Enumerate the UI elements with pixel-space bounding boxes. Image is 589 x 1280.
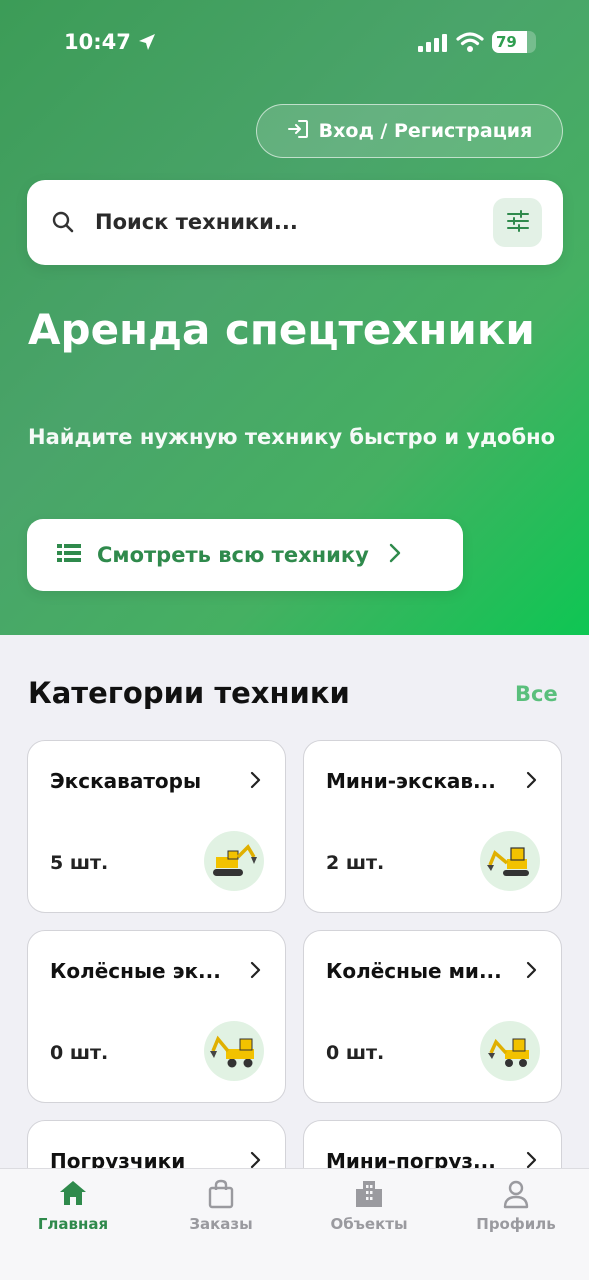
category-count: 0 шт. [50, 1042, 109, 1064]
location-arrow-icon [137, 32, 157, 56]
category-name: Экскаваторы [50, 769, 202, 793]
chevron-right-icon [526, 961, 537, 983]
category-name: Колёсные ми... [326, 959, 502, 983]
category-card-excavators[interactable]: Экскаваторы 5 шт. [27, 740, 286, 913]
tab-profile[interactable]: Профиль [461, 1179, 571, 1233]
search-bar [27, 180, 563, 265]
category-count: 0 шт. [326, 1042, 385, 1064]
home-icon [18, 1179, 128, 1209]
tab-objects-label: Объекты [330, 1215, 408, 1233]
battery-level: 79 [496, 33, 517, 51]
search-icon [51, 210, 75, 238]
wheeled-mini-excavator-icon [480, 1021, 540, 1081]
view-all-equipment-button[interactable]: Смотреть всю технику [27, 519, 463, 591]
hero-subtitle: Найдите нужную технику быстро и удобно [28, 425, 556, 449]
category-count: 5 шт. [50, 852, 109, 874]
category-card-mini-excavators[interactable]: Мини-экскав... 2 шт. [303, 740, 562, 913]
tab-profile-label: Профиль [476, 1215, 556, 1233]
cellular-signal-icon [418, 34, 448, 56]
filter-sliders-icon [506, 209, 530, 236]
wifi-icon [456, 31, 484, 57]
login-register-label: Вход / Регистрация [318, 120, 533, 142]
category-card-wheeled-excavators[interactable]: Колёсные эк... 0 шт. [27, 930, 286, 1103]
chevron-right-icon [250, 961, 261, 983]
view-all-label: Смотреть всю технику [97, 543, 369, 567]
chevron-right-icon [250, 771, 261, 793]
category-card-wheeled-mini-excavators[interactable]: Колёсные ми... 0 шт. [303, 930, 562, 1103]
buildings-icon [314, 1179, 424, 1209]
bag-icon [166, 1179, 276, 1209]
list-icon [57, 543, 81, 568]
battery-indicator: 79 [492, 31, 536, 53]
category-name: Колёсные эк... [50, 959, 221, 983]
mini-excavator-icon [480, 831, 540, 891]
tab-home-label: Главная [37, 1215, 109, 1233]
user-icon [461, 1179, 571, 1209]
wheeled-excavator-icon [204, 1021, 264, 1081]
tab-objects[interactable]: Объекты [314, 1179, 424, 1233]
status-time: 10:47 [64, 30, 131, 54]
chevron-right-icon [389, 543, 401, 568]
tab-orders-label: Заказы [189, 1215, 253, 1233]
category-count: 2 шт. [326, 852, 385, 874]
excavator-icon [204, 831, 264, 891]
tab-orders[interactable]: Заказы [166, 1179, 276, 1233]
tab-home[interactable]: Главная [18, 1179, 128, 1233]
bottom-tab-bar: Главная Заказы Объекты Профиль [0, 1168, 589, 1280]
filter-button[interactable] [493, 198, 542, 247]
hero-title: Аренда спецтехники [28, 305, 535, 354]
login-register-button[interactable]: Вход / Регистрация [256, 104, 563, 158]
chevron-right-icon [526, 771, 537, 793]
status-bar: 10:47 79 [0, 0, 589, 88]
category-name: Мини-экскав... [326, 769, 496, 793]
search-input[interactable] [95, 202, 495, 242]
login-icon [287, 119, 309, 144]
categories-all-link[interactable]: Все [515, 682, 558, 706]
categories-title: Категории техники [28, 676, 350, 710]
